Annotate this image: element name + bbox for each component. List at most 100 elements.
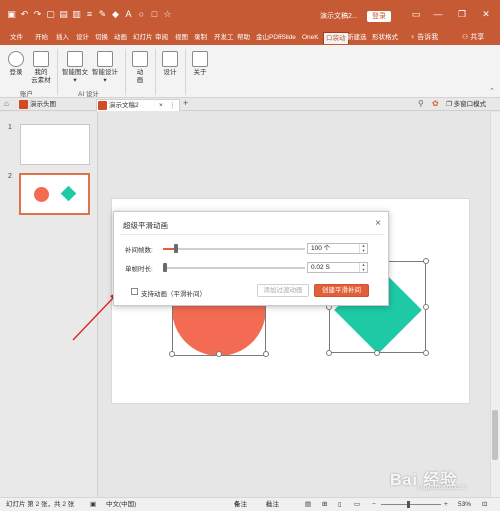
slide-number: 1 xyxy=(8,124,12,131)
tab-record[interactable]: 录制 xyxy=(194,32,207,44)
reading-view-icon[interactable]: ▯ xyxy=(338,498,342,511)
undo-icon[interactable]: ↶ xyxy=(19,9,30,20)
user-icon xyxy=(8,51,24,67)
add-transition-button[interactable]: 添加过渡动画 xyxy=(257,284,309,297)
frames-slider[interactable] xyxy=(163,248,305,250)
shape-icon[interactable]: ○ xyxy=(136,9,147,20)
tab-slideshow[interactable]: 幻灯片 xyxy=(133,32,153,44)
stepper-icon[interactable]: ▲ ▼ xyxy=(359,243,367,253)
save-icon[interactable]: ▣ xyxy=(6,9,17,20)
resize-handle[interactable] xyxy=(263,351,269,357)
resize-handle[interactable] xyxy=(423,258,429,264)
open-icon[interactable]: ▤ xyxy=(58,9,69,20)
zoom-in-button[interactable]: + xyxy=(444,498,448,511)
shape-fill-icon[interactable]: ◆ xyxy=(110,9,121,20)
tab-transitions[interactable]: 切换 xyxy=(95,32,108,44)
tab-review[interactable]: 审阅 xyxy=(155,32,168,44)
redo-icon[interactable]: ↷ xyxy=(32,9,43,20)
account-group-label: 账户 xyxy=(20,91,33,98)
about-button[interactable]: 关于 xyxy=(190,51,210,77)
duration-slider-knob[interactable] xyxy=(163,263,167,272)
close-button[interactable]: ✕ xyxy=(480,9,492,20)
cloud-material-button[interactable]: 我的 云素材 xyxy=(28,51,54,85)
fit-to-window-icon[interactable]: ⊡ xyxy=(482,498,487,511)
stepper-icon[interactable]: ▲ ▼ xyxy=(359,262,367,272)
smart-graphic-button[interactable]: 智能图文 ▾ xyxy=(60,51,90,85)
tab-developer[interactable]: 开发工 xyxy=(214,32,234,44)
ribbon-display-icon[interactable]: ▭ xyxy=(410,9,422,20)
resize-handle[interactable] xyxy=(423,350,429,356)
powerpoint-icon xyxy=(98,101,107,110)
tab-menu-icon[interactable]: ⋮ xyxy=(169,100,176,111)
slide-thumbnail-2[interactable] xyxy=(19,173,90,215)
layout-icon[interactable]: ▥ xyxy=(71,9,82,20)
tab-insert[interactable]: 插入 xyxy=(56,32,69,44)
tab-onekey[interactable]: OneK xyxy=(302,32,319,44)
format-painter-icon[interactable]: ✎ xyxy=(97,9,108,20)
document-tab-2[interactable]: 演示文稿2 × ⋮ xyxy=(96,99,180,111)
tab-kingsoft-pdf[interactable]: 金山PDF xyxy=(256,32,282,44)
translate-icon[interactable]: ⚲ xyxy=(418,99,424,108)
slide-sorter-icon[interactable]: ⊞ xyxy=(322,498,327,511)
normal-view-icon[interactable]: ▤ xyxy=(305,498,311,511)
zoom-level[interactable]: 53% xyxy=(458,498,471,511)
slide-thumbnail-1[interactable] xyxy=(20,124,90,165)
multiwindow-button[interactable]: ❐ 多窗口模式 xyxy=(446,98,486,108)
design-button[interactable]: 设计 xyxy=(160,51,180,77)
align-icon[interactable]: ≡ xyxy=(84,9,95,20)
tab-shape-format[interactable]: 形状格式 xyxy=(372,32,398,44)
share-button[interactable]: ⚇ 共享 xyxy=(462,32,484,44)
frames-slider-knob[interactable] xyxy=(174,244,179,253)
zoom-slider-knob[interactable] xyxy=(407,501,410,508)
home-icon[interactable]: ⌂ xyxy=(4,99,9,108)
login-button[interactable]: 登录 xyxy=(367,11,391,22)
status-bar: 幻灯片 第 2 张，共 2 张 ▣ 中文(中国) ≙ 备注 ▭ 批注 ▤ ⊞ ▯… xyxy=(0,497,500,511)
smart-design-button[interactable]: 智能设计 ▾ xyxy=(90,51,120,85)
tell-me-search[interactable]: ♀ 告诉我 xyxy=(410,32,438,44)
create-smooth-tween-button[interactable]: 创建平滑补间 xyxy=(314,284,369,297)
tab-view[interactable]: 视图 xyxy=(175,32,188,44)
cloud-icon xyxy=(33,51,49,67)
resize-handle[interactable] xyxy=(374,350,380,356)
tab-pocket-animation[interactable]: 口袋动 xyxy=(323,32,349,44)
tab-close-icon[interactable]: × xyxy=(159,100,163,111)
scrollbar-thumb[interactable] xyxy=(492,410,498,460)
star-icon[interactable]: ☆ xyxy=(162,9,173,20)
tab-new-options[interactable]: 新建选 xyxy=(347,32,367,44)
smooth-tween-checkbox[interactable] xyxy=(131,288,138,295)
window-icon: ❐ xyxy=(446,101,454,108)
restore-button[interactable]: ❐ xyxy=(456,9,468,20)
tab-animations[interactable]: 动画 xyxy=(114,32,127,44)
login-ribbon-button[interactable]: 登录 xyxy=(6,51,26,77)
frames-input[interactable]: 100 个 ▲ ▼ xyxy=(307,243,368,254)
resize-handle[interactable] xyxy=(216,351,222,357)
language-status[interactable]: 中文(中国) xyxy=(106,498,136,511)
tab-islide[interactable]: iSlide xyxy=(280,32,296,44)
duration-input[interactable]: 0.02 S ▲ ▼ xyxy=(307,262,368,273)
collapse-ribbon-icon[interactable]: ⌃ xyxy=(489,87,495,95)
zoom-slider[interactable] xyxy=(381,504,441,505)
resize-handle[interactable] xyxy=(423,304,429,310)
accessibility-icon[interactable]: ▣ xyxy=(90,498,96,511)
tab-help[interactable]: 帮助 xyxy=(237,32,250,44)
rectangle-icon[interactable]: □ xyxy=(149,9,160,20)
ribbon: 登录 我的 云素材 账户 智能图文 ▾ 智能设计 ▾ AI 设计 动 画 设计 … xyxy=(0,45,500,98)
smooth-tween-label: 支持动画（平滑补间） xyxy=(141,291,206,298)
smart-design-icon xyxy=(97,51,113,67)
resize-handle[interactable] xyxy=(169,351,175,357)
slideshow-icon[interactable]: ▭ xyxy=(354,498,360,511)
new-icon[interactable]: ▢ xyxy=(45,9,56,20)
animation-button[interactable]: 动 画 xyxy=(130,51,150,85)
minimize-button[interactable]: — xyxy=(432,9,444,19)
tab-file[interactable]: 文件 xyxy=(10,32,23,44)
tab-design[interactable]: 设计 xyxy=(76,32,89,44)
font-color-icon[interactable]: A xyxy=(123,9,134,20)
resize-handle[interactable] xyxy=(326,350,332,356)
dialog-close-button[interactable]: × xyxy=(372,218,384,229)
document-tab-1[interactable]: 演示头图 xyxy=(18,99,56,111)
gear-icon[interactable]: ✿ xyxy=(432,99,439,108)
zoom-out-button[interactable]: − xyxy=(372,498,376,511)
tab-home[interactable]: 开始 xyxy=(35,32,48,44)
add-tab-button[interactable]: + xyxy=(183,98,188,108)
duration-slider[interactable] xyxy=(163,267,305,269)
